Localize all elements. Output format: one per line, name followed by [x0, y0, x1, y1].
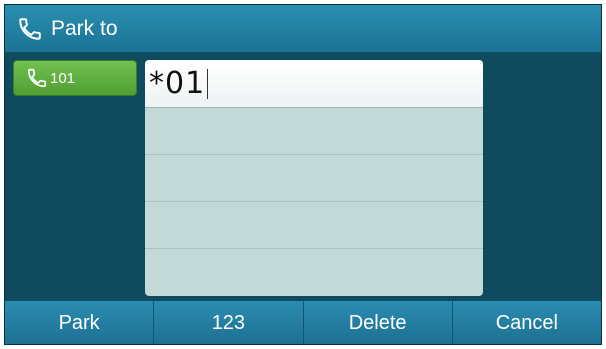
line-key-101[interactable]: 101	[13, 60, 137, 96]
line-key-label: 101	[50, 69, 76, 87]
text-caret	[207, 68, 209, 99]
park-number-input[interactable]: *01	[145, 60, 483, 108]
list-row	[145, 202, 483, 249]
input-mode-softkey[interactable]: 123	[154, 301, 304, 344]
list-row	[145, 108, 483, 155]
softkey-bar: Park 123 Delete Cancel	[5, 300, 601, 344]
cancel-softkey[interactable]: Cancel	[453, 301, 601, 344]
page-title: Park to	[51, 16, 118, 40]
phone-handset-icon	[27, 68, 47, 88]
park-input-panel: *01	[145, 60, 483, 296]
phone-screen: Park to 101 *01 Park 123 Delete Cancel	[4, 4, 602, 345]
phone-handset-icon	[19, 17, 41, 40]
list-row	[145, 155, 483, 202]
title-bar: Park to	[5, 5, 601, 53]
park-number-value: *01	[149, 66, 206, 101]
delete-softkey[interactable]: Delete	[304, 301, 453, 344]
list-row	[145, 249, 483, 296]
park-softkey[interactable]: Park	[5, 301, 155, 344]
